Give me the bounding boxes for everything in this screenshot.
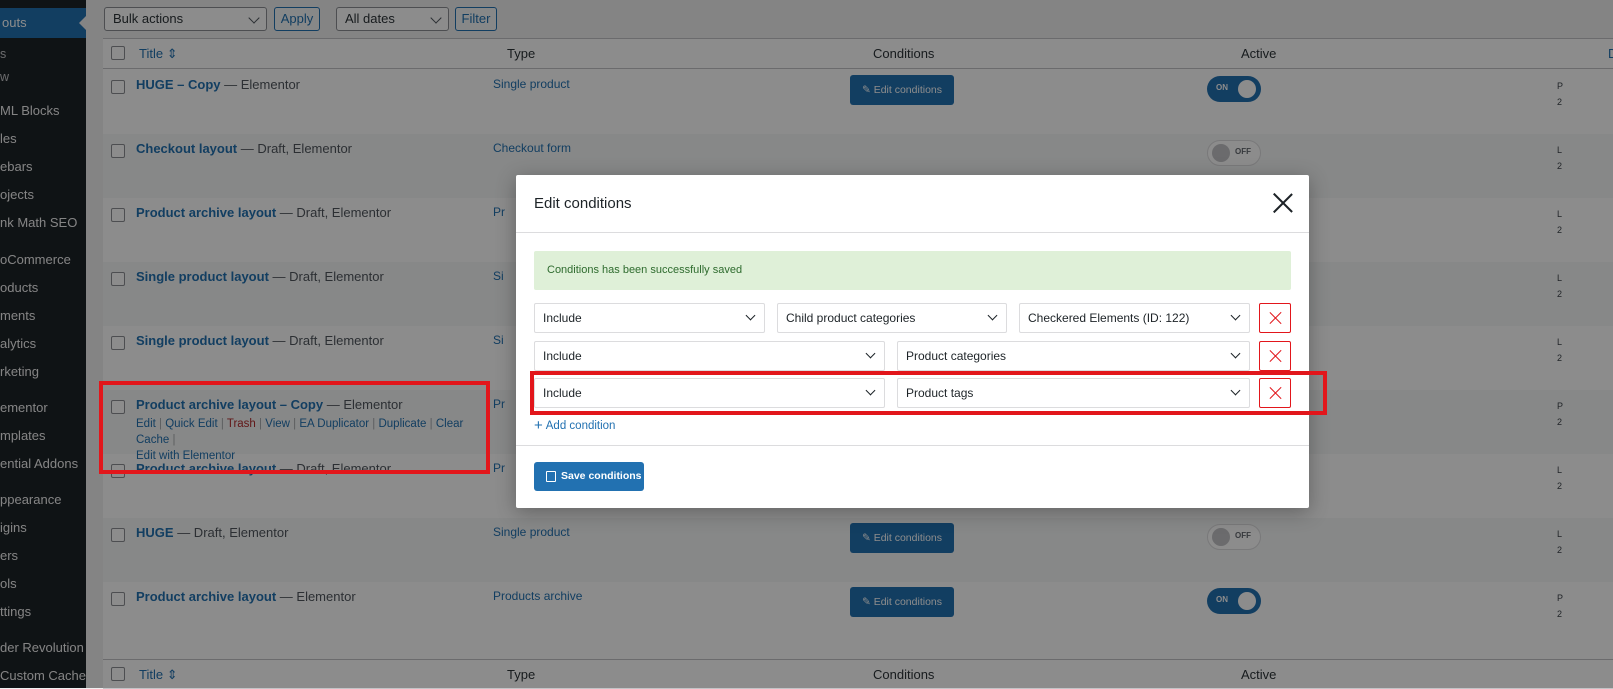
- close-icon[interactable]: [1273, 193, 1293, 213]
- highlight-box-row: [99, 381, 490, 474]
- save-icon: [546, 471, 556, 482]
- chevron-down-icon: [1230, 348, 1241, 359]
- condition-mode-select[interactable]: Include: [534, 303, 765, 333]
- modal-header: Edit conditions: [516, 175, 1309, 233]
- modal-divider: [516, 445, 1309, 446]
- chevron-down-icon: [987, 310, 998, 321]
- condition-type-select[interactable]: Child product categories: [777, 303, 1007, 333]
- chevron-down-icon: [745, 310, 756, 321]
- remove-condition-button[interactable]: [1259, 303, 1291, 333]
- add-condition-link[interactable]: + Add condition: [534, 417, 615, 434]
- plus-icon: +: [534, 417, 543, 434]
- success-notice: Conditions has been successfully saved: [534, 251, 1291, 290]
- condition-value-select[interactable]: Checkered Elements (ID: 122): [1019, 303, 1250, 333]
- chevron-down-icon: [1230, 310, 1241, 321]
- condition-mode-select[interactable]: Include: [534, 341, 885, 371]
- condition-type-select[interactable]: Product categories: [897, 341, 1250, 371]
- chevron-down-icon: [865, 348, 876, 359]
- remove-condition-button[interactable]: [1259, 341, 1291, 371]
- edit-conditions-modal: Edit conditions Conditions has been succ…: [516, 175, 1309, 508]
- save-conditions-button[interactable]: Save conditions: [534, 462, 644, 491]
- modal-title: Edit conditions: [534, 195, 632, 212]
- highlight-box-condition: [530, 371, 1327, 415]
